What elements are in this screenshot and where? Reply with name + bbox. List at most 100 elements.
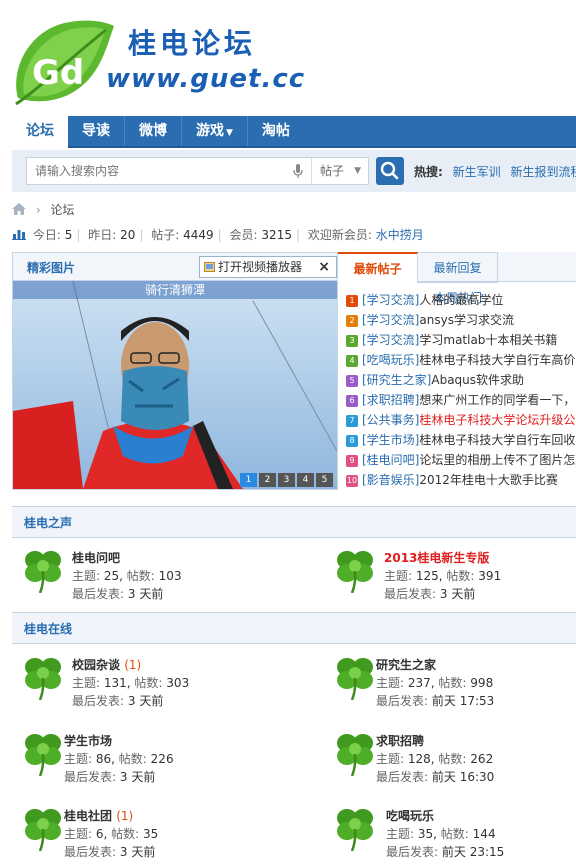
slide-page-button[interactable]: 4 [297, 473, 314, 487]
post-row[interactable]: 4 [吃喝玩乐]桂林电子科技大学自行车高价 [346, 350, 576, 370]
search-bar: 帖子 ▼ 热搜: 新生军训 新生报到流程 [12, 150, 576, 192]
slide-page-button[interactable]: 1 [240, 473, 257, 487]
post-row[interactable]: 2 [学习交流]ansys学习求交流 [346, 310, 576, 330]
rank-badge: 8 [346, 434, 358, 447]
post-category-link[interactable]: [学习交流] [362, 293, 419, 307]
post-row[interactable]: 7 [公共事务]桂林电子科技大学论坛升级公 [346, 410, 576, 430]
slide-pager: 1 2 3 4 5 [238, 473, 333, 487]
last-post-link[interactable]: 前天 17:53 [432, 694, 494, 708]
forum-name-link[interactable]: 校园杂谈 (1) [72, 656, 141, 673]
forum-name-link[interactable]: 桂电社团 (1) [64, 807, 133, 824]
forum-name-link[interactable]: 学生市场 [64, 732, 112, 749]
forum-last-post-line: 最后发表: 前天 16:30 [376, 768, 494, 785]
search-type-select[interactable]: 帖子 ▼ [311, 158, 369, 184]
open-video-player-button[interactable]: 打开视频播放器 × [199, 256, 337, 278]
post-category-link[interactable]: [学生市场] [362, 433, 419, 447]
topics-label: 主题: [72, 676, 101, 690]
forum-name: 求职招聘 [376, 734, 425, 748]
post-category-link[interactable]: [学习交流] [362, 313, 419, 327]
close-icon[interactable]: × [318, 257, 330, 277]
nav-collections[interactable]: 淘帖 [248, 116, 304, 146]
search-button[interactable] [376, 157, 404, 185]
topics-label: 主题: [376, 676, 405, 690]
post-title-link[interactable]: 学习matlab十本相关书籍 [419, 333, 557, 347]
nav-weibo-label: 微博 [139, 123, 167, 139]
posts-label: 帖数: [111, 827, 140, 841]
forum-name-link[interactable]: 求职招聘 [376, 732, 424, 749]
section-header[interactable]: 桂电在线 [12, 612, 576, 644]
microphone-icon[interactable] [293, 164, 303, 178]
home-icon[interactable] [12, 203, 26, 215]
last-post-link[interactable]: 3 天前 [120, 845, 155, 859]
forum-name: 桂电问吧 [72, 551, 121, 565]
forum-clover-icon [25, 734, 61, 776]
post-row[interactable]: 10 [影音娱乐]2012年桂电十大歌手比赛 [346, 470, 576, 490]
site-logo[interactable]: Gd 桂电论坛 www.guet.cc [10, 18, 310, 108]
search-input[interactable] [27, 158, 285, 184]
rank-badge: 4 [346, 354, 358, 367]
post-title-link[interactable]: 桂林电子科技大学自行车高价 [419, 353, 575, 367]
post-category-link[interactable]: [吃喝玩乐] [362, 353, 419, 367]
post-list: 1 [学习交流]人格的最高学位 2 [学习交流]ansys学习求交流 3 [学习交流]学习… [346, 290, 576, 490]
post-title-link[interactable]: 想来广州工作的同学看一下， [419, 393, 575, 407]
topics-count: 35 [417, 827, 434, 841]
newest-member-link[interactable]: 水中捞月 [376, 228, 424, 242]
post-title-link[interactable]: ansys学习求交流 [419, 313, 514, 327]
post-title-link[interactable]: Abaqus软件求助 [431, 373, 524, 387]
section-header[interactable]: 桂电之声 [12, 506, 576, 538]
post-title-link[interactable]: 论坛里的相册上传不了图片怎 [419, 453, 575, 467]
nav-forum[interactable]: 论坛 [12, 116, 68, 148]
post-row[interactable]: 3 [学习交流]学习matlab十本相关书籍 [346, 330, 576, 350]
post-category-link[interactable]: [公共事务] [362, 413, 419, 427]
search-type-value: 帖子 [320, 164, 345, 178]
last-post-link[interactable]: 3 天前 [440, 587, 475, 601]
post-row[interactable]: 6 [求职招聘]想来广州工作的同学看一下， [346, 390, 576, 410]
forum-name-link[interactable]: 桂电问吧 [72, 549, 120, 566]
forum-last-post-line: 最后发表: 3 天前 [64, 768, 155, 785]
forum-name-link[interactable]: 吃喝玩乐 [386, 807, 434, 824]
post-row[interactable]: 8 [学生市场]桂林电子科技大学自行车回收 [346, 430, 576, 450]
last-post-link[interactable]: 3 天前 [128, 694, 163, 708]
topics-count: 25 [103, 569, 120, 583]
last-post-link[interactable]: 3 天前 [120, 770, 155, 784]
rank-badge: 3 [346, 334, 358, 347]
breadcrumb-current[interactable]: 论坛 [50, 203, 74, 217]
forum-stats-line: 主题: 131, 帖数: 303 [72, 676, 190, 690]
tab-latest-replies[interactable]: 最新回复 [418, 252, 498, 282]
forum-clover-icon [337, 809, 373, 851]
post-row[interactable]: 1 [学习交流]人格的最高学位 [346, 290, 576, 310]
rank-badge: 7 [346, 414, 358, 427]
post-title-link[interactable]: 2012年桂电十大歌手比赛 [419, 473, 558, 487]
last-post-link[interactable]: 3 天前 [128, 587, 163, 601]
nav-guide[interactable]: 导读 [68, 116, 125, 146]
slide-page-button[interactable]: 5 [316, 473, 333, 487]
slide-page-button[interactable]: 2 [259, 473, 276, 487]
post-category-link[interactable]: [学习交流] [362, 333, 419, 347]
post-row[interactable]: 5 [研究生之家]Abaqus软件求助 [346, 370, 576, 390]
forum-name-link[interactable]: 2013桂电新生专版 [384, 549, 489, 566]
last-post-link[interactable]: 前天 16:30 [432, 770, 494, 784]
posts-label: 帖数: [134, 676, 163, 690]
post-title-link[interactable]: 人格的最高学位 [419, 293, 503, 307]
featured-image[interactable]: 骑行清狮潭 1 2 3 4 5 [13, 281, 337, 489]
hot-search-link[interactable]: 新生军训 [453, 165, 501, 179]
post-row[interactable]: 9 [桂电问吧]论坛里的相册上传不了图片怎 [346, 450, 576, 470]
post-title-link[interactable]: 桂林电子科技大学自行车回收 [419, 433, 575, 447]
bar-chart-icon [12, 230, 26, 240]
topics-count: 86 [95, 752, 112, 766]
post-category-link[interactable]: [桂电问吧] [362, 453, 419, 467]
post-category-link[interactable]: [影音娱乐] [362, 473, 419, 487]
post-category-link[interactable]: [研究生之家] [362, 373, 431, 387]
forum-entry: 学生市场 主题: 86, 帖数: 226 最后发表: 3 天前 [22, 730, 272, 792]
nav-weibo[interactable]: 微博 [125, 116, 182, 146]
posts-count: 35 [143, 827, 159, 841]
post-title-link[interactable]: 桂林电子科技大学论坛升级公 [419, 413, 575, 427]
forum-name: 桂电社团 [64, 809, 113, 823]
tab-latest-posts[interactable]: 最新帖子 [338, 252, 418, 283]
slide-page-button[interactable]: 3 [278, 473, 295, 487]
forum-name-link[interactable]: 研究生之家 [376, 656, 436, 673]
hot-search-link[interactable]: 新生报到流程 [510, 165, 576, 179]
last-post-link[interactable]: 前天 23:15 [442, 845, 504, 859]
post-category-link[interactable]: [求职招聘] [362, 393, 419, 407]
nav-games[interactable]: 游戏 ▼ [182, 116, 248, 146]
